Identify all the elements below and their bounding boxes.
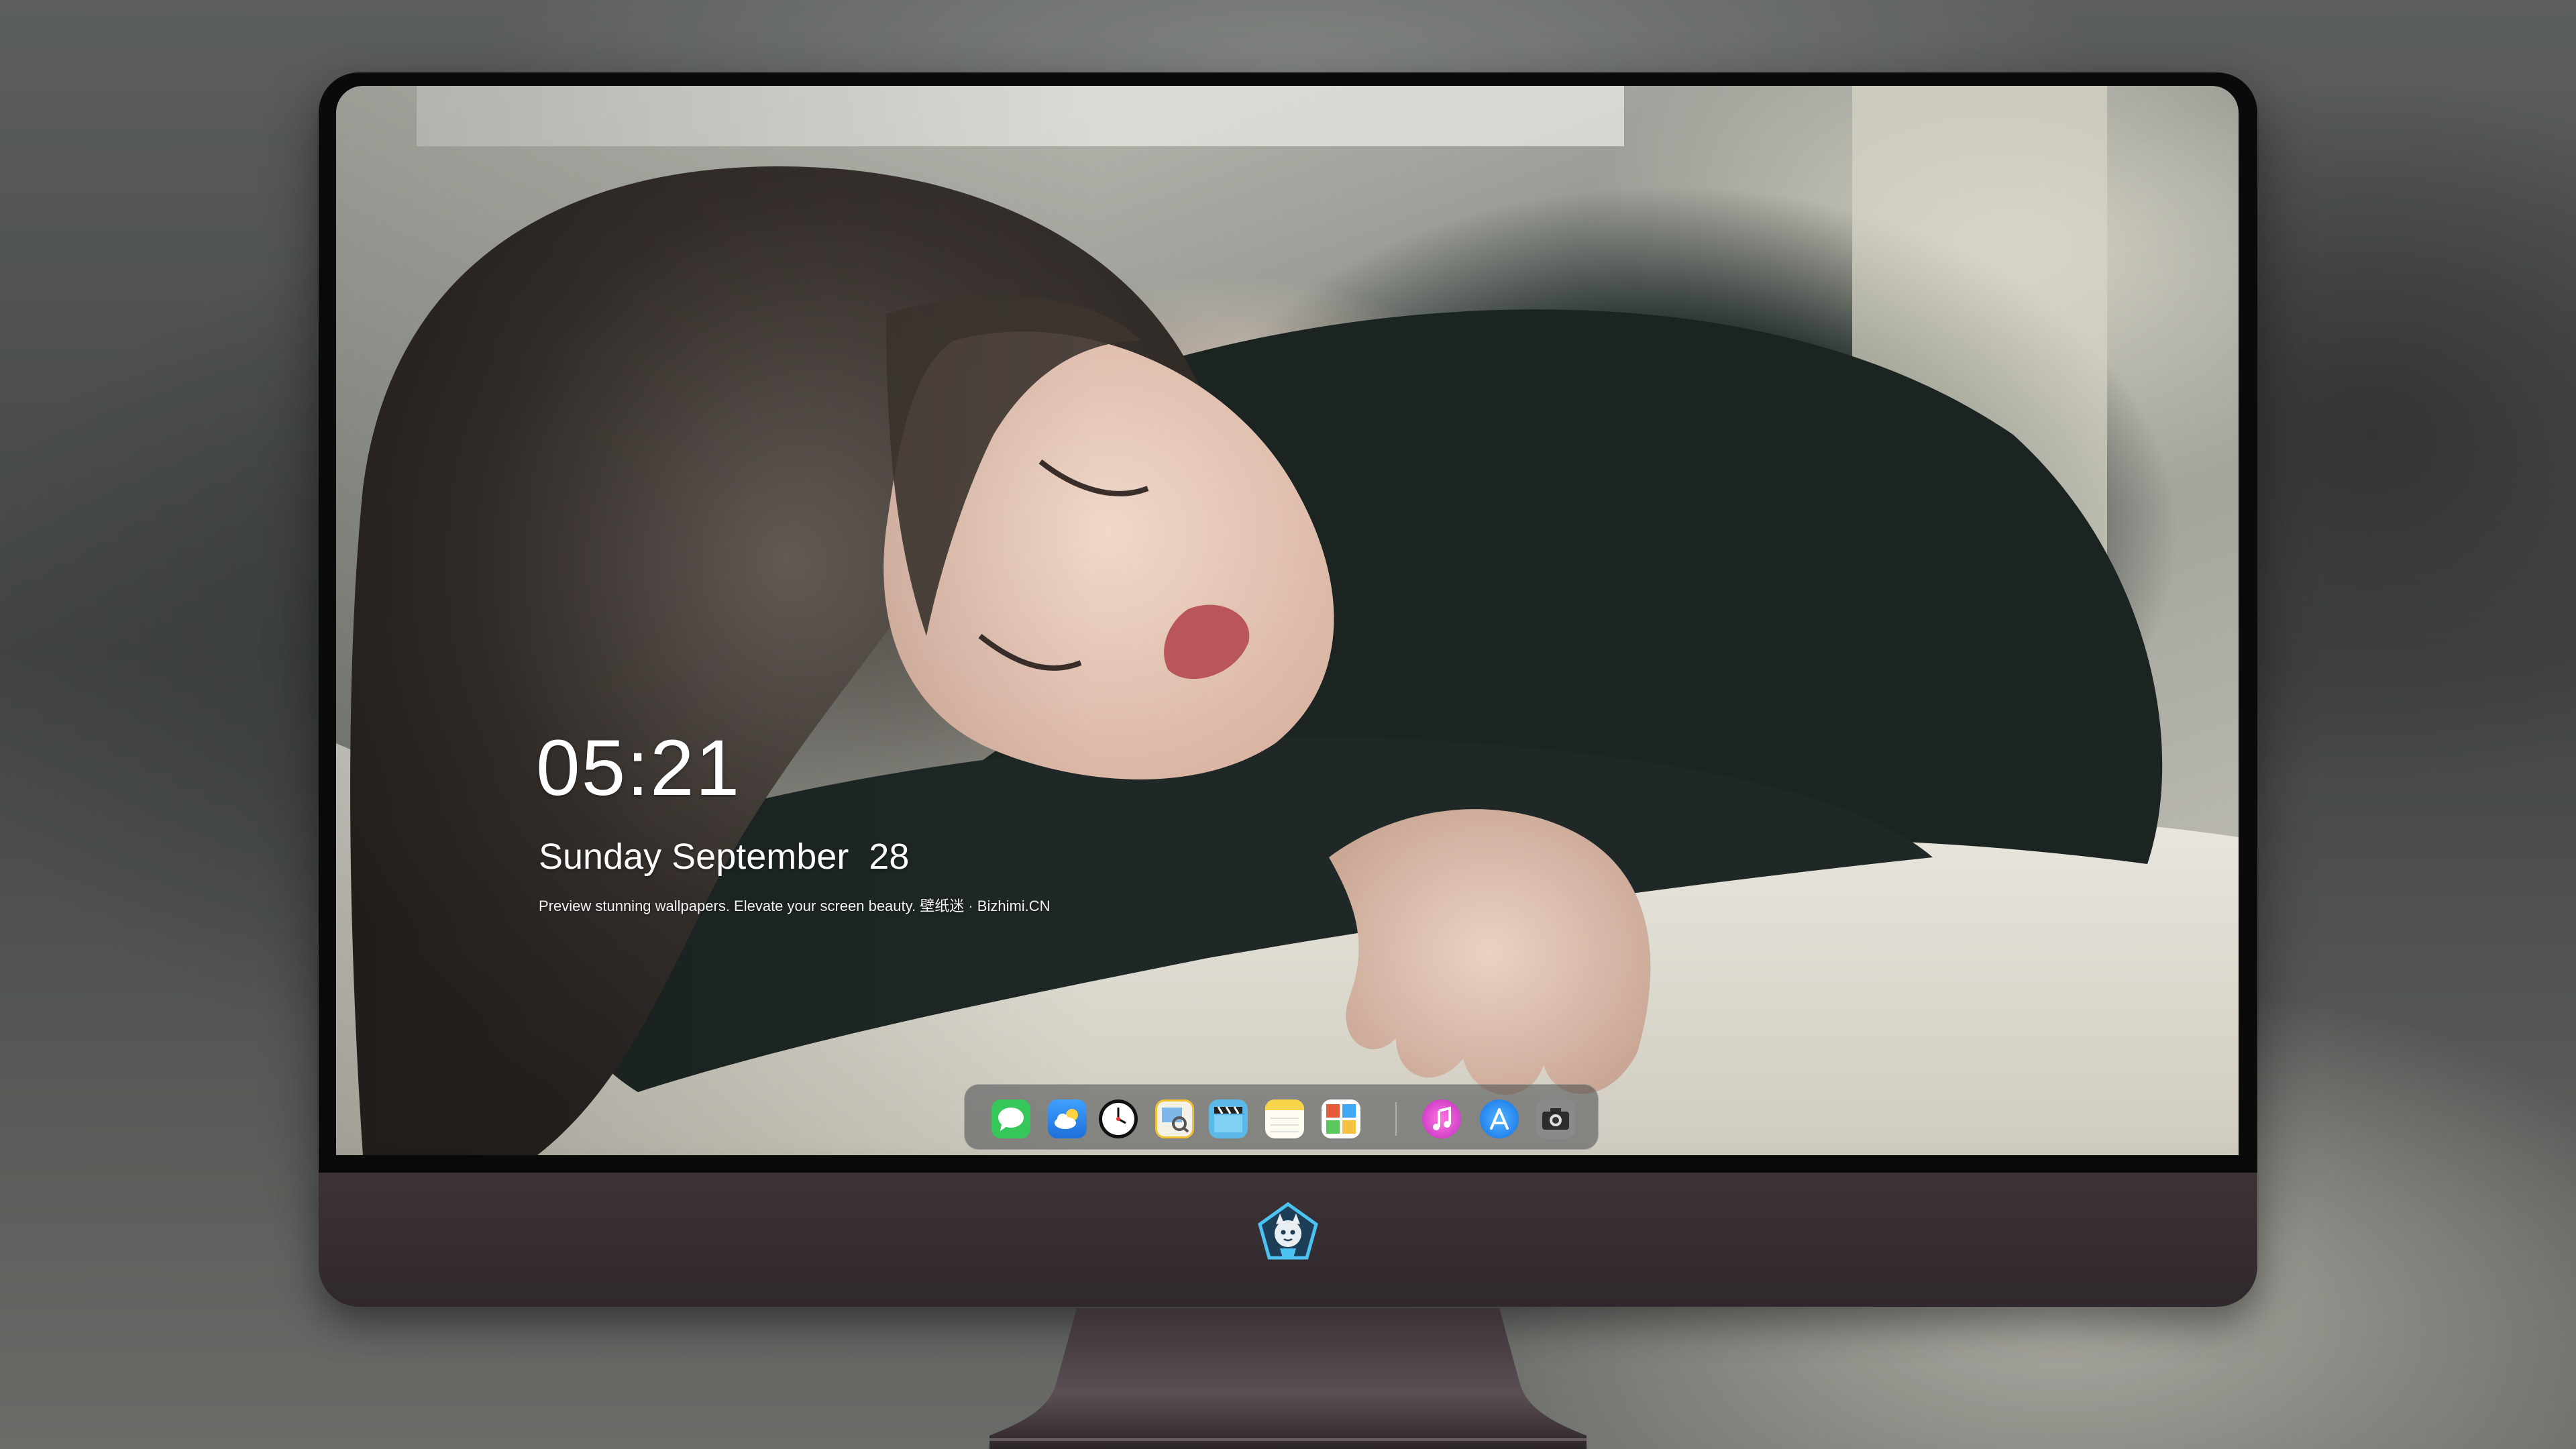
lock-date: Sunday September 28 <box>539 837 910 877</box>
monitor-chin <box>319 1173 2257 1307</box>
lock-clock: 05:21 <box>536 724 741 812</box>
monitor-bezel: 05:21 Sunday September 28 Preview stunni… <box>319 72 2257 1173</box>
dock <box>964 1084 1599 1150</box>
camera-icon[interactable] <box>1536 1099 1575 1138</box>
notes-icon[interactable] <box>1265 1099 1304 1138</box>
desktop-screen[interactable]: 05:21 Sunday September 28 Preview stunni… <box>336 86 2239 1155</box>
clapperboard-icon[interactable] <box>1209 1099 1248 1138</box>
imac-monitor: 05:21 Sunday September 28 Preview stunni… <box>319 72 2257 1308</box>
preview-icon[interactable] <box>1155 1099 1194 1138</box>
app-store-icon[interactable] <box>1480 1099 1519 1138</box>
photo-booth-icon[interactable] <box>1322 1099 1360 1138</box>
dock-separator <box>1395 1102 1397 1136</box>
mascot-logo-icon <box>1258 1201 1318 1260</box>
weather-icon[interactable] <box>1048 1099 1087 1138</box>
lock-tagline: Preview stunning wallpapers. Elevate you… <box>539 898 1051 914</box>
monitor-stand <box>989 1308 1587 1449</box>
music-icon[interactable] <box>1422 1099 1461 1138</box>
screen-shade <box>336 86 2239 1155</box>
clock-icon[interactable] <box>1099 1099 1138 1138</box>
messages-icon[interactable] <box>991 1099 1030 1138</box>
